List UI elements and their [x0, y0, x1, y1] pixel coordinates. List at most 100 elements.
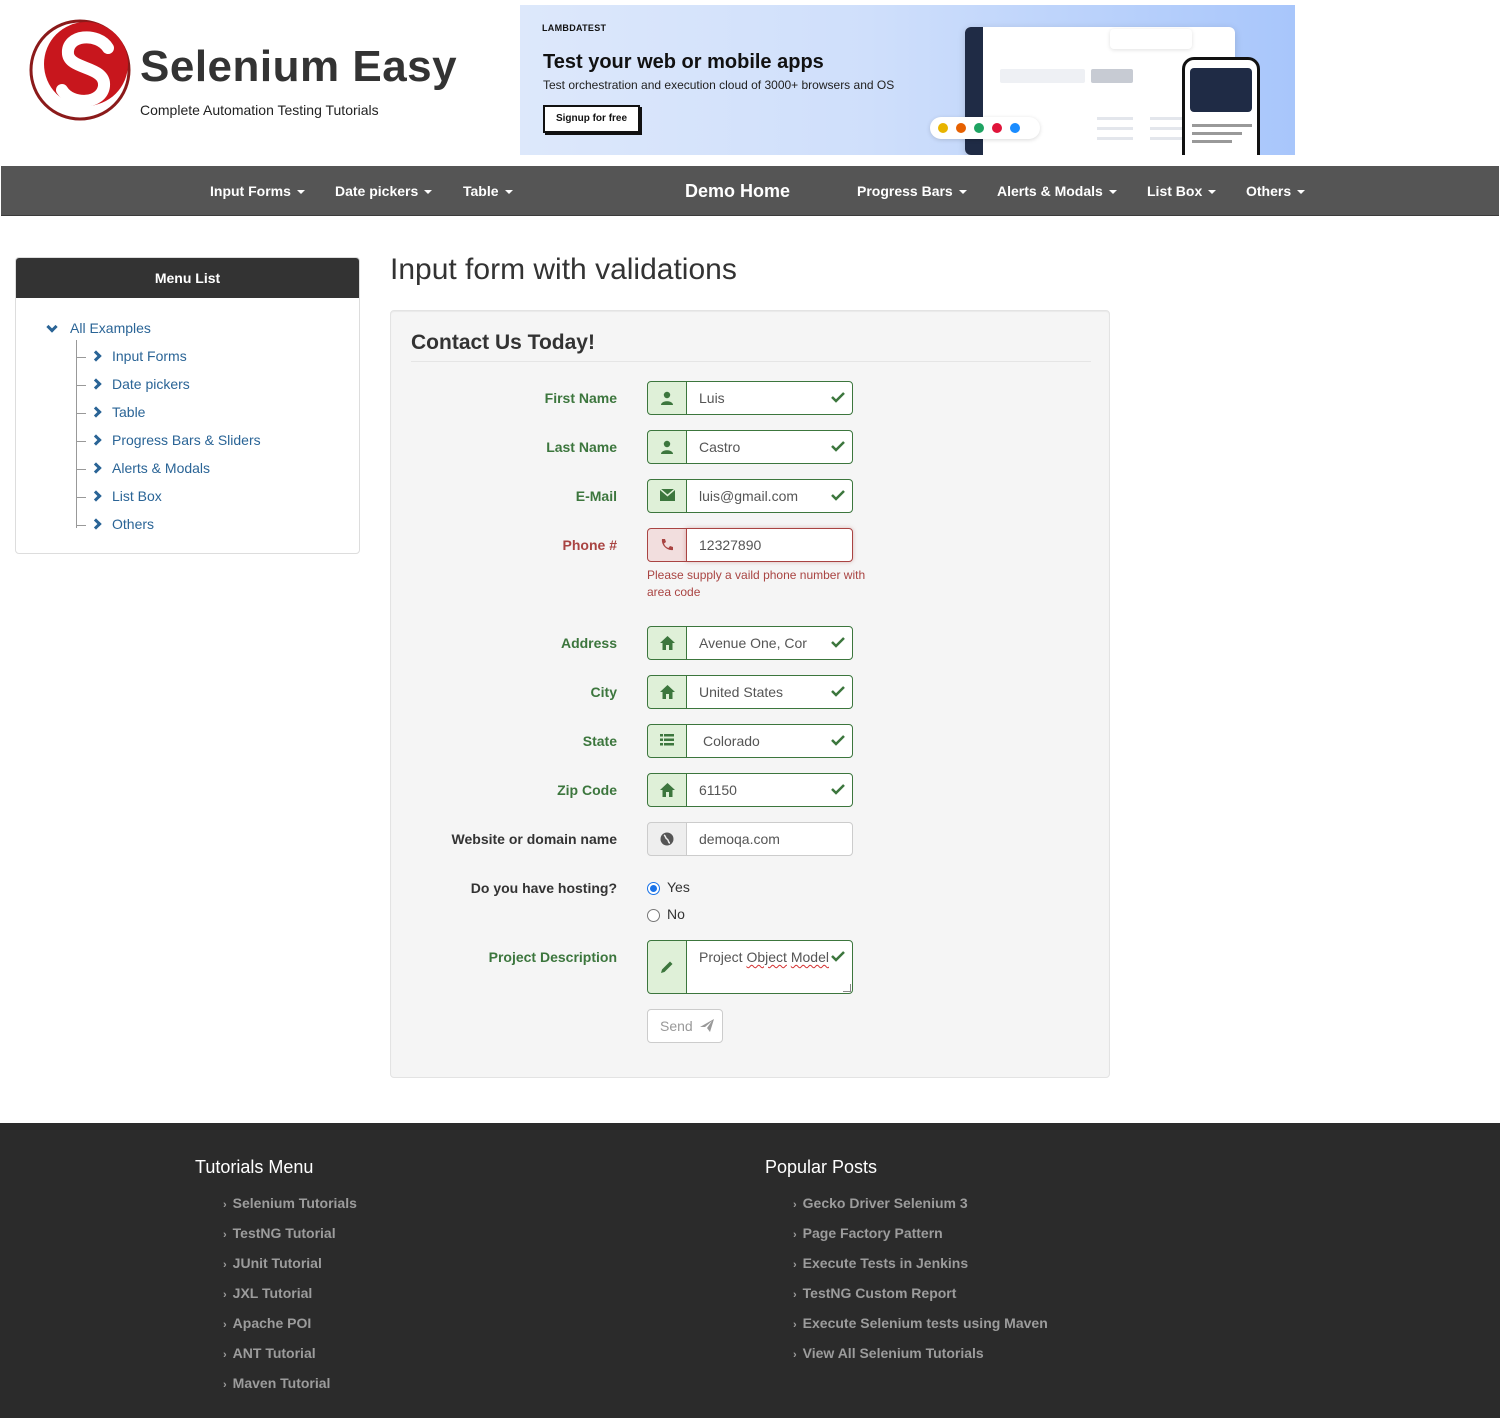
nav-input-forms[interactable]: Input Forms: [210, 166, 305, 216]
page-title: Input form with validations: [390, 253, 737, 286]
zip-label: Zip Code: [557, 782, 617, 798]
state-select[interactable]: Colorado: [686, 724, 853, 758]
resize-handle-icon[interactable]: [843, 984, 851, 992]
website-group: demoqa.com: [647, 822, 853, 856]
send-label: Send: [660, 1018, 693, 1034]
footer-link[interactable]: › Gecko Driver Selenium 3: [793, 1193, 1048, 1223]
nav-progress-bars[interactable]: Progress Bars: [857, 166, 967, 216]
home-icon: [647, 773, 687, 807]
chevron-right-icon: ›: [793, 1259, 797, 1271]
chevron-right-icon: ›: [223, 1289, 227, 1301]
sidebar-item-alerts-modals[interactable]: Alerts & Modals: [76, 454, 210, 482]
state-label: State: [582, 733, 617, 749]
sidebar-item-others[interactable]: Others: [76, 510, 154, 538]
footer-link[interactable]: › Apache POI: [223, 1313, 357, 1343]
city-group: United States: [647, 675, 853, 709]
phone-icon: [647, 528, 687, 562]
nav-demo-home[interactable]: Demo Home: [685, 166, 790, 216]
check-icon: [831, 392, 845, 403]
address-label: Address: [560, 635, 617, 651]
radio-no[interactable]: [647, 909, 660, 922]
sidebar-item-progress-bars[interactable]: Progress Bars & Sliders: [76, 426, 261, 454]
description-textarea[interactable]: Project Object Model: [686, 940, 853, 994]
check-icon: [831, 686, 845, 697]
ad-os-icons: [1110, 29, 1192, 49]
caret-down-icon: [1297, 190, 1306, 195]
caret-down-icon: [504, 190, 513, 195]
chevron-right-icon: ›: [223, 1229, 227, 1241]
last-name-label: Last Name: [546, 439, 617, 455]
footer-link-label: JUnit Tutorial: [232, 1255, 322, 1271]
nav-label: Date pickers: [335, 183, 419, 199]
contact-form: Contact Us Today! First Name Luis Last N…: [390, 310, 1110, 1078]
last-name-input[interactable]: Castro: [686, 430, 853, 464]
selenium-easy-logo-icon[interactable]: [28, 18, 132, 122]
nav-date-pickers[interactable]: Date pickers: [335, 166, 433, 216]
nav-label: Table: [463, 183, 499, 199]
email-input[interactable]: luis@gmail.com: [686, 479, 853, 513]
nav-label: List Box: [1147, 183, 1203, 199]
ad-subtitle: Test orchestration and execution cloud o…: [543, 78, 895, 92]
brand-name[interactable]: Selenium Easy: [140, 42, 457, 92]
sidebar-title: Menu List: [16, 258, 359, 298]
footer-link[interactable]: › Selenium Tutorials: [223, 1193, 357, 1223]
pencil-icon: [647, 940, 687, 994]
zip-group: 61150: [647, 773, 853, 807]
check-icon: [831, 490, 845, 501]
footer-link-label: View All Selenium Tutorials: [802, 1345, 984, 1361]
nav-alerts-modals[interactable]: Alerts & Modals: [997, 166, 1117, 216]
website-input[interactable]: demoqa.com: [686, 822, 853, 856]
footer-link[interactable]: › JUnit Tutorial: [223, 1253, 357, 1283]
caret-down-icon: [424, 190, 433, 195]
zip-input[interactable]: 61150: [686, 773, 853, 807]
footer-link[interactable]: › Page Factory Pattern: [793, 1223, 1048, 1253]
nav-list-box[interactable]: List Box: [1147, 166, 1217, 216]
send-button[interactable]: Send: [647, 1009, 723, 1043]
globe-icon: [647, 822, 687, 856]
footer-posts-title: Popular Posts: [765, 1157, 878, 1177]
sidebar-item-date-pickers[interactable]: Date pickers: [76, 370, 190, 398]
phone-error-message: Please supply a vaild phone number with …: [647, 568, 866, 599]
nav-others[interactable]: Others: [1246, 166, 1306, 216]
city-input[interactable]: United States: [686, 675, 853, 709]
footer-link[interactable]: › TestNG Custom Report: [793, 1283, 1048, 1313]
sidebar-item-label: Progress Bars & Sliders: [112, 432, 261, 448]
address-input[interactable]: Avenue One, Cor: [686, 626, 853, 660]
nav-label: Others: [1246, 183, 1292, 199]
phone-input[interactable]: 12327890: [686, 528, 853, 562]
form-legend: Contact Us Today!: [411, 331, 1091, 362]
phone-group: 12327890: [647, 528, 853, 562]
chevron-right-icon: [90, 490, 102, 502]
footer-link[interactable]: › View All Selenium Tutorials: [793, 1343, 1048, 1373]
description-word: Project: [699, 949, 743, 965]
check-icon: [831, 951, 845, 962]
description-label: Project Description: [488, 949, 617, 965]
footer-link[interactable]: › ANT Tutorial: [223, 1343, 357, 1373]
envelope-icon: [647, 479, 687, 513]
sidebar-item-label: Alerts & Modals: [112, 460, 211, 476]
footer-link[interactable]: › Execute Tests in Jenkins: [793, 1253, 1048, 1283]
first-name-group: Luis: [647, 381, 853, 415]
ad-browser-icons: [930, 117, 1040, 139]
footer-link[interactable]: › Maven Tutorial: [223, 1373, 357, 1403]
tree-root-all-examples[interactable]: All Examples: [46, 314, 151, 342]
footer-link[interactable]: › Execute Selenium tests using Maven: [793, 1313, 1048, 1343]
sidebar-item-list-box[interactable]: List Box: [76, 482, 162, 510]
sidebar-item-input-forms[interactable]: Input Forms: [76, 342, 187, 370]
sidebar-item-table[interactable]: Table: [76, 398, 145, 426]
ad-brand: LAMBDATEST: [542, 23, 607, 33]
check-icon: [831, 637, 845, 648]
footer-link[interactable]: › TestNG Tutorial: [223, 1223, 357, 1253]
chevron-right-icon: ›: [223, 1349, 227, 1361]
chevron-right-icon: ›: [223, 1199, 227, 1211]
nav-table[interactable]: Table: [463, 166, 513, 216]
caret-down-icon: [296, 190, 305, 195]
user-icon: [647, 381, 687, 415]
first-name-input[interactable]: Luis: [686, 381, 853, 415]
radio-yes[interactable]: [647, 882, 660, 895]
check-icon: [831, 784, 845, 795]
nav-label: Input Forms: [210, 183, 291, 199]
ad-signup-button[interactable]: Signup for free: [543, 105, 640, 133]
lambdatest-ad-banner[interactable]: LAMBDATEST Test your web or mobile apps …: [520, 5, 1295, 155]
footer-link[interactable]: › JXL Tutorial: [223, 1283, 357, 1313]
